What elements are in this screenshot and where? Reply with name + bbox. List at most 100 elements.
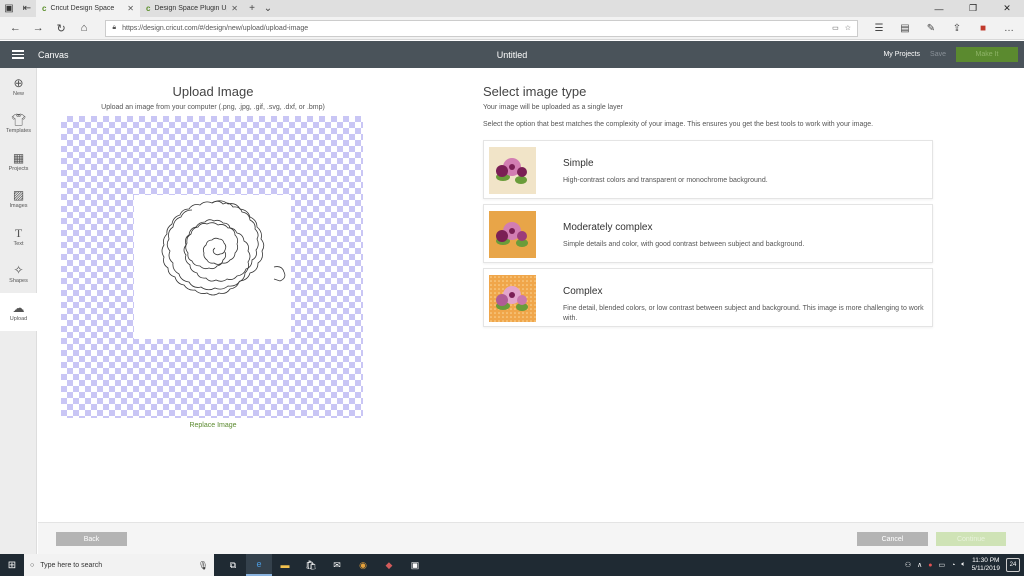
tab-manager-icon[interactable]: ▣: [0, 0, 18, 17]
store-icon[interactable]: 🛍︎: [298, 554, 324, 576]
pen-icon[interactable]: ✎: [920, 23, 942, 34]
sidebar-item-label: Text: [13, 240, 24, 247]
tab-title: Design Space Plugin Updat: [154, 5, 227, 12]
mail-icon[interactable]: ✉: [324, 554, 350, 576]
tray-chevron-up-icon[interactable]: ∧: [917, 561, 922, 569]
document-title: Untitled: [496, 49, 528, 60]
browser-tab-plugin[interactable]: c Design Space Plugin Updat ✕: [140, 0, 244, 17]
option-simple-card[interactable]: Simple High-contrast colors and transpar…: [483, 140, 933, 199]
tab-list-chevron-icon[interactable]: ⌄: [260, 0, 276, 17]
window-controls: — ❐ ✕: [922, 0, 1024, 17]
upload-title: Upload Image: [172, 84, 254, 99]
browser-tab-cricut[interactable]: c Cricut Design Space ✕: [36, 0, 140, 17]
volume-icon[interactable]: 🔈︎: [961, 561, 965, 569]
new-tab-icon[interactable]: +: [244, 0, 260, 17]
simple-flower-thumbnail: [489, 147, 536, 194]
lock-icon: 🔒︎: [112, 24, 117, 31]
windows-start-icon[interactable]: ⊞: [0, 560, 24, 571]
microphone-icon[interactable]: 🎙︎: [198, 561, 208, 570]
footer-bar: Back Cancel Continue: [38, 522, 1024, 554]
sidebar-item-shapes[interactable]: ✧ Shapes: [0, 256, 37, 294]
people-icon[interactable]: ⚇: [905, 561, 911, 569]
option-title: Complex: [563, 286, 603, 297]
task-view-icon[interactable]: ⧉: [220, 554, 246, 576]
set-aside-tabs-icon[interactable]: ⇤: [18, 0, 36, 17]
my-projects-link[interactable]: My Projects: [883, 51, 920, 58]
refresh-icon[interactable]: ↻: [50, 22, 73, 35]
cancel-button[interactable]: Cancel: [857, 532, 928, 546]
sidebar-item-label: Projects: [8, 165, 29, 172]
cricut-app-icon[interactable]: ◆: [376, 554, 402, 576]
moderate-flower-thumbnail: [489, 211, 536, 258]
sidebar-item-label: Shapes: [9, 278, 28, 285]
projects-icon: ▦: [12, 150, 25, 165]
battery-icon[interactable]: ▭: [939, 561, 946, 569]
option-complex-card[interactable]: Complex Fine detail, blended colors, or …: [483, 268, 933, 327]
shapes-icon: ✧: [13, 263, 24, 278]
restore-icon[interactable]: ❐: [956, 0, 990, 17]
make-it-button[interactable]: Make It: [956, 47, 1018, 62]
sidebar-item-label: Images: [9, 203, 28, 210]
option-moderately-complex-card[interactable]: Moderately complex Simple details and co…: [483, 204, 933, 263]
cricut-tray-icon[interactable]: ●: [928, 562, 932, 569]
sidebar-item-projects[interactable]: ▦ Projects: [0, 143, 37, 181]
sidebar-item-label: Templates: [5, 128, 32, 135]
image-icon: ▨: [12, 188, 25, 203]
image-preview: [61, 116, 363, 418]
option-description: Fine detail, blended colors, or low cont…: [563, 305, 924, 322]
sidebar-item-images[interactable]: ▨ Images: [0, 181, 37, 219]
replace-image-link[interactable]: Replace Image: [38, 422, 388, 429]
sidebar-item-new[interactable]: ⊕ New: [0, 68, 37, 106]
sidebar-item-upload[interactable]: ☁ Upload: [0, 293, 37, 331]
main-content: Upload Image Upload an image from your c…: [38, 68, 1024, 554]
notification-center-icon[interactable]: 24: [1006, 558, 1020, 572]
cloud-upload-icon: ☁: [12, 300, 25, 315]
select-type-title: Select image type: [483, 84, 587, 99]
minimize-icon[interactable]: —: [922, 0, 956, 17]
url-field[interactable]: 🔒︎ https://design.cricut.com/#/design/ne…: [105, 19, 858, 37]
window-close-icon[interactable]: ✕: [990, 0, 1024, 17]
extension-icon[interactable]: ■: [972, 23, 994, 34]
canvas-label: Canvas: [38, 49, 69, 60]
favorites-icon[interactable]: ☰: [868, 23, 890, 34]
windows-taskbar: ⊞ ○ Type here to search 🎙︎ ⧉ e ▬ 🛍︎ ✉ ◉ …: [0, 554, 1024, 576]
taskbar-search-box[interactable]: ○ Type here to search 🎙︎: [24, 554, 214, 576]
share-icon[interactable]: ⇪: [946, 23, 968, 34]
chrome-icon[interactable]: ◉: [350, 554, 376, 576]
file-explorer-icon[interactable]: ▬: [272, 554, 298, 576]
tab-close-icon[interactable]: ✕: [127, 4, 134, 13]
reading-list-icon[interactable]: ▤: [894, 23, 916, 34]
sidebar-item-text[interactable]: T Text: [0, 218, 37, 256]
upload-subtitle: Upload an image from your computer (.png…: [101, 104, 325, 111]
back-button[interactable]: Back: [56, 532, 127, 546]
favorite-star-icon[interactable]: ☆: [845, 24, 851, 32]
text-icon: T: [14, 225, 23, 240]
reading-view-icon[interactable]: ▭: [832, 24, 839, 32]
sidebar-item-templates[interactable]: 👕︎ Templates: [0, 106, 37, 144]
hamburger-menu-icon[interactable]: [0, 50, 36, 59]
left-sidebar: ⊕ New 👕︎ Templates ▦ Projects ▨ Images T…: [0, 68, 37, 554]
forward-arrow-icon[interactable]: →: [27, 22, 50, 34]
url-text: https://design.cricut.com/#/design/new/u…: [122, 24, 309, 32]
continue-button[interactable]: Continue: [936, 532, 1006, 546]
home-icon[interactable]: ⌂: [73, 22, 96, 34]
uploaded-image: [134, 195, 291, 339]
tab-close-icon[interactable]: ✕: [231, 4, 238, 13]
back-arrow-icon[interactable]: ←: [4, 22, 27, 34]
sidebar-item-label: New: [12, 90, 24, 97]
wifi-icon[interactable]: ◔: [951, 562, 955, 569]
rolled-flower-graphic: [161, 200, 286, 296]
save-button[interactable]: Save: [930, 51, 946, 58]
plus-circle-icon: ⊕: [13, 75, 24, 90]
address-bar: ← → ↻ ⌂ 🔒︎ https://design.cricut.com/#/d…: [0, 17, 1024, 40]
system-tray: ⚇ ∧ ● ▭ ◔ 🔈︎ 11:30 PM 5/11/2019 24: [905, 557, 1024, 573]
cricut-favicon-icon: c: [42, 4, 47, 13]
photos-icon[interactable]: ▣: [402, 554, 428, 576]
app-header: Canvas Untitled My Projects Save Make It: [0, 41, 1024, 68]
more-icon[interactable]: …: [998, 23, 1020, 34]
taskbar-clock[interactable]: 11:30 PM 5/11/2019: [972, 557, 1000, 573]
option-title: Simple: [563, 158, 594, 169]
edge-browser-icon[interactable]: e: [246, 554, 272, 576]
search-placeholder: Type here to search: [40, 561, 103, 569]
shirt-icon: 👕︎: [10, 113, 27, 128]
